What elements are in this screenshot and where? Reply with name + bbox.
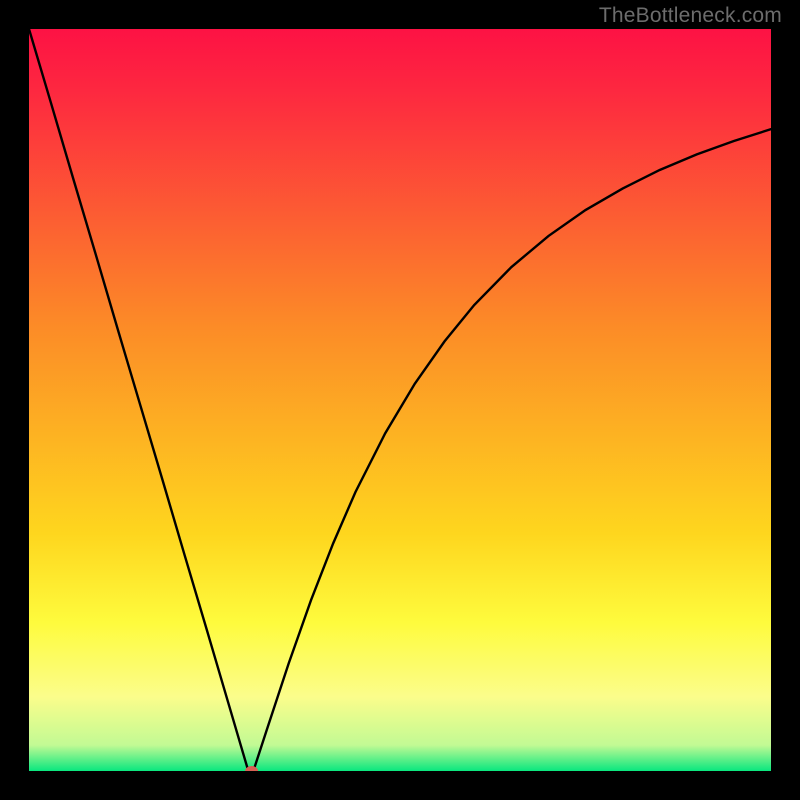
chart-frame: TheBottleneck.com bbox=[0, 0, 800, 800]
chart-svg bbox=[29, 29, 771, 771]
watermark-text: TheBottleneck.com bbox=[599, 4, 782, 28]
plot-area bbox=[29, 29, 771, 771]
gradient-background bbox=[29, 29, 771, 771]
